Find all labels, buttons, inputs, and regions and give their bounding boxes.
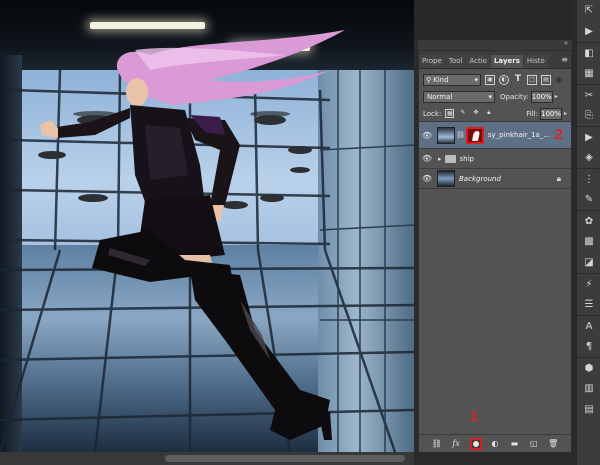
tab-properties[interactable]: Prope	[419, 55, 445, 68]
paragraph-icon[interactable]: ☰	[577, 294, 600, 315]
collapsed-panels-strip: ⇱ ▶ ◧ ▦ ✂ ⎘ ▶ ◈ ⋮ ✎ ✿ ▩ ◪ ⚡ ☰ A ¶ ⬢ ▥ ▤	[576, 0, 600, 465]
tab-history[interactable]: Histo	[523, 55, 548, 68]
collapse-arrows-icon[interactable]: «	[564, 39, 568, 47]
lock-icon: 🔒︎	[556, 173, 561, 183]
panel-footer-toolbar: ⛓︎ fx ◐ ▬ ◱ 🗑︎	[419, 434, 571, 452]
type-filter-icon[interactable]: T	[513, 74, 523, 85]
adjustment-filter-icon[interactable]: ◐	[499, 74, 509, 85]
mask-circle	[472, 440, 479, 447]
shape-filter-icon[interactable]: □	[527, 74, 537, 85]
search-icon: ⚲	[426, 75, 432, 84]
panel-collapse-bar[interactable]: «	[418, 39, 572, 50]
layer-mask-thumbnail[interactable]	[465, 126, 484, 144]
new-group-icon[interactable]: ▬	[508, 438, 520, 450]
filter-row: ⚲ Kind ▾ ▣ ◐ T □ ▤	[419, 71, 571, 88]
visibility-eye-icon[interactable]: 👁︎	[419, 131, 435, 140]
layer-name[interactable]: ship	[460, 155, 474, 163]
blend-mode-label: Normal	[427, 92, 453, 101]
styles-icon[interactable]: ▩	[577, 231, 600, 252]
layer-name[interactable]: sy_pinkhair_1a_...	[488, 131, 550, 139]
brushes-icon[interactable]: ✂	[577, 84, 600, 105]
adjustment-layer-icon[interactable]: ◐	[489, 438, 501, 450]
folder-icon	[444, 154, 456, 163]
blend-row: Normal ▾ Opacity: 100% ▸	[419, 88, 571, 105]
info-icon[interactable]: ◪	[577, 252, 600, 273]
visibility-eye-icon[interactable]: 👁︎	[419, 154, 435, 163]
lock-transparency-icon[interactable]: ▦	[445, 109, 455, 118]
annotation-number: 1	[470, 408, 479, 425]
opacity-label: Opacity:	[500, 92, 529, 101]
blend-mode-dropdown[interactable]: Normal ▾	[423, 90, 495, 103]
visibility-eye-icon[interactable]: 👁︎	[419, 174, 435, 183]
paths-icon[interactable]: ✎	[577, 189, 600, 210]
workspace-background	[414, 0, 576, 40]
chevron-down-icon: ▾	[488, 92, 492, 101]
history-icon[interactable]: ⇱	[577, 0, 600, 21]
workspace-background	[414, 453, 576, 465]
mask-silhouette	[471, 130, 480, 141]
lock-label: Lock:	[423, 109, 442, 118]
play-icon[interactable]: ▶	[577, 126, 600, 147]
layer-row[interactable]: 👁︎ ▸ ship	[419, 149, 571, 169]
add-mask-icon[interactable]	[469, 437, 482, 450]
3d-icon[interactable]: A	[577, 315, 600, 336]
lock-position-icon[interactable]: ✥	[471, 109, 480, 118]
character-icon[interactable]: ⚡	[577, 273, 600, 294]
layer-thumbnail[interactable]	[437, 126, 455, 144]
scrollbar-thumb[interactable]	[165, 455, 405, 462]
layers-panel: Prope Tool Actio Layers Histo ≡ ⚲ Kind ▾…	[418, 50, 572, 453]
opacity-field[interactable]: 100%	[530, 90, 553, 103]
scene-artwork	[0, 30, 414, 452]
actions-icon[interactable]: ▶	[577, 21, 600, 42]
document-canvas[interactable]	[0, 0, 414, 452]
image-filter-icon[interactable]: ▣	[485, 74, 495, 85]
lock-image-icon[interactable]: ✎	[458, 109, 467, 118]
tab-layers[interactable]: Layers	[490, 55, 523, 68]
layers-list: 👁︎ ⛓︎ sy_pinkhair_1a_... 2 👁︎ ▸ ship 👁︎ …	[419, 121, 571, 433]
expand-arrow-icon[interactable]: ▸	[438, 155, 442, 163]
properties-icon[interactable]: ▥	[577, 378, 600, 399]
chevron-down-icon: ▾	[474, 75, 478, 84]
navigator-icon[interactable]: ⬢	[577, 357, 600, 378]
channels-icon[interactable]: ⋮	[577, 168, 600, 189]
fill-label: Fill:	[526, 109, 538, 118]
notes-icon[interactable]: ▤	[577, 399, 600, 420]
filter-kind-dropdown[interactable]: ⚲ Kind ▾	[423, 73, 481, 86]
fill-slider-icon[interactable]: ▸	[564, 110, 567, 117]
swatches-icon[interactable]: ▦	[577, 63, 600, 84]
tab-actions[interactable]: Actio	[466, 55, 490, 68]
layer-row[interactable]: 👁︎ Background 🔒︎	[419, 169, 571, 189]
chain-link-icon[interactable]: ⛓︎	[456, 131, 465, 139]
adjustments-icon[interactable]: ✿	[577, 210, 600, 231]
lock-row: Lock: ▦ ✎ ✥ 🔒︎ Fill: 100% ▸	[419, 105, 571, 122]
panel-tab-bar: Prope Tool Actio Layers Histo ≡	[419, 51, 571, 69]
new-layer-icon[interactable]: ◱	[528, 438, 540, 450]
opacity-slider-icon[interactable]: ▸	[555, 93, 558, 100]
filter-toggle[interactable]	[556, 76, 562, 83]
layers-icon[interactable]: ◈	[577, 147, 600, 168]
layer-thumbnail[interactable]	[437, 170, 455, 187]
fx-icon[interactable]: fx	[450, 438, 462, 450]
layer-row[interactable]: 👁︎ ⛓︎ sy_pinkhair_1a_... 2	[419, 122, 571, 149]
tab-tool-presets[interactable]: Tool	[445, 55, 466, 68]
filter-kind-label: Kind	[433, 75, 449, 84]
clone-source-icon[interactable]: ⎘	[577, 105, 600, 126]
layer-name[interactable]: Background	[459, 175, 501, 183]
color-icon[interactable]: ◧	[577, 42, 600, 63]
panel-menu-icon[interactable]: ≡	[561, 55, 568, 64]
link-layers-icon[interactable]: ⛓︎	[431, 438, 443, 450]
timeline-icon[interactable]: ¶	[577, 336, 600, 357]
lock-all-icon[interactable]: 🔒︎	[484, 109, 493, 118]
fill-field[interactable]: 100%	[539, 107, 562, 120]
smart-object-filter-icon[interactable]: ▤	[541, 74, 551, 85]
annotation-number: 2	[554, 126, 563, 143]
delete-layer-icon[interactable]: 🗑︎	[547, 438, 559, 450]
